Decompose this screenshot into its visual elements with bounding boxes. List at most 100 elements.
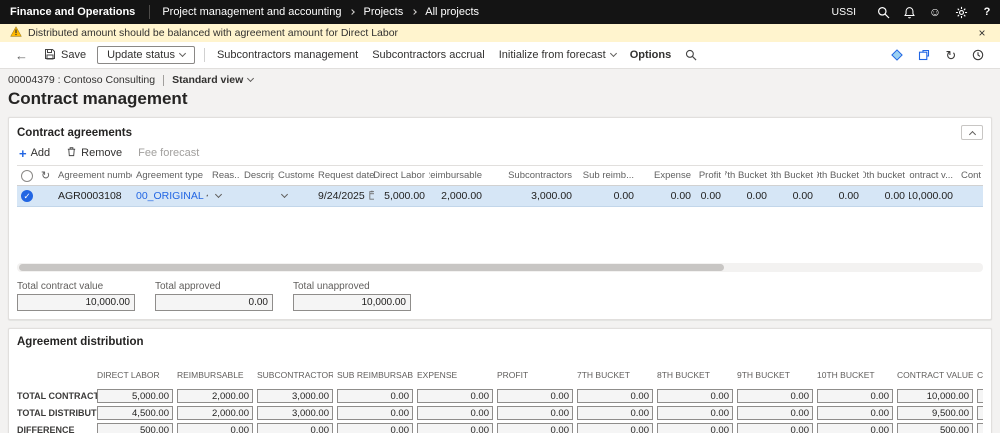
grid-cell[interactable]: 0.00 <box>695 186 725 206</box>
grid-column-header[interactable]: Reas... <box>208 166 240 185</box>
grid-cell[interactable]: 5,000.00 <box>374 186 429 206</box>
open-in-new-window-icon[interactable] <box>912 44 936 66</box>
agreement-distribution-header[interactable]: Agreement distribution <box>17 334 983 353</box>
warning-text: Distributed amount should be balanced wi… <box>28 27 398 39</box>
subcontractors-accrual-button[interactable]: Subcontractors accrual <box>365 46 492 64</box>
grid-cell[interactable]: 0.00 <box>725 186 771 206</box>
collapse-section-button[interactable] <box>961 125 983 140</box>
breadcrumb: Project management and accounting Project… <box>162 6 479 18</box>
grid-column-header[interactable]: Customer... <box>274 166 314 185</box>
grid-cell[interactable]: 0.00 <box>576 186 638 206</box>
update-status-button[interactable]: Update status <box>97 46 195 64</box>
grid-cell[interactable] <box>208 186 240 206</box>
grid-cell[interactable]: 0.00 <box>771 186 817 206</box>
distribution-row-label: DIFFERENCE <box>17 425 97 433</box>
scrollbar-thumb[interactable] <box>19 264 724 271</box>
total-field-label: Total approved <box>155 281 273 292</box>
grid-cell[interactable] <box>957 186 983 206</box>
section-title: Contract agreements <box>17 127 132 139</box>
grid-column-header[interactable]: Request date <box>314 166 374 185</box>
distribution-field-value <box>977 423 983 433</box>
distribution-column-header: SUBCONTRACTORS <box>257 370 333 380</box>
recent-icon[interactable] <box>966 44 990 66</box>
fee-forecast-button[interactable]: Fee forecast <box>138 147 199 159</box>
actionbar-search-icon[interactable] <box>678 46 704 64</box>
settings-icon[interactable] <box>948 0 974 24</box>
grid-cell[interactable] <box>37 186 54 206</box>
grid-column-header[interactable]: Sub reimb... <box>576 166 638 185</box>
distribution-column-header: PROFIT <box>497 370 573 380</box>
warning-icon <box>10 26 22 40</box>
grid-column-header[interactable]: Reimbursable <box>429 166 486 185</box>
distribution-field-value: 2,000.00 <box>177 389 253 403</box>
grid-cell[interactable]: AGR0003108 <box>54 186 132 206</box>
close-message-icon[interactable]: × <box>974 27 990 39</box>
grid-cell[interactable]: 0.00 <box>817 186 863 206</box>
select-all-circle-icon[interactable] <box>21 170 33 182</box>
record-header: 00004379 : Contoso Consulting Standard v… <box>8 74 992 86</box>
distribution-column-header: 9TH BUCKET <box>737 370 813 380</box>
grid-column-header[interactable]: Profit <box>695 166 725 185</box>
plus-icon: + <box>19 147 27 160</box>
search-icon[interactable] <box>870 0 896 24</box>
grid-cell[interactable]: 3,000.00 <box>486 186 576 206</box>
feedback-icon[interactable]: ☺ <box>922 0 948 24</box>
grid-column-header[interactable]: Cont <box>957 166 983 185</box>
save-icon <box>44 48 56 63</box>
distribution-field-value: 0.00 <box>577 423 653 433</box>
options-button[interactable]: Options <box>623 46 679 64</box>
subcontractors-management-button[interactable]: Subcontractors management <box>210 46 365 64</box>
grid-column-header[interactable]: Agreement type <box>132 166 208 185</box>
back-button[interactable]: ← <box>6 48 37 63</box>
horizontal-scrollbar[interactable] <box>17 263 983 272</box>
save-button[interactable]: Save <box>37 45 93 66</box>
view-selector[interactable]: Standard view <box>172 74 253 86</box>
grid-cell[interactable]: 0.00 <box>863 186 909 206</box>
breadcrumb-item[interactable]: Project management and accounting <box>162 6 341 18</box>
grid-column-header[interactable]: Description <box>240 166 274 185</box>
grid-cell[interactable]: ✓ <box>17 186 37 206</box>
grid-cell[interactable]: 9/24/2025 <box>314 186 374 206</box>
grid-cell[interactable]: 10,000.00 <box>909 186 957 206</box>
agreement-type-link[interactable]: 00_ORIGINAL <box>136 190 204 202</box>
environment-label[interactable]: USSI <box>817 6 870 18</box>
grid-column-header[interactable]: Agreement number↑ <box>54 166 132 185</box>
distribution-field-value <box>977 389 983 403</box>
grid-column-header[interactable]: 7th Bucket <box>725 166 771 185</box>
distribution-field-value: 0.00 <box>817 389 893 403</box>
refresh-icon[interactable]: ↻ <box>939 44 963 66</box>
grid-cell[interactable]: 2,000.00 <box>429 186 486 206</box>
grid-column-header[interactable]: 9th Bucket <box>817 166 863 185</box>
chevron-down-icon[interactable] <box>281 191 288 198</box>
distribution-column-header: 10TH BUCKET <box>817 370 893 380</box>
contract-agreements-header[interactable]: Contract agreements <box>17 123 983 145</box>
grid-column-header[interactable]: Expense <box>638 166 695 185</box>
grid-cell[interactable]: 0.00 <box>638 186 695 206</box>
row-selected-check-icon[interactable]: ✓ <box>21 190 33 202</box>
notifications-icon[interactable] <box>896 0 922 24</box>
grid-cell[interactable]: 00_ORIGINAL <box>132 186 208 206</box>
grid-column-header[interactable]: ↻ <box>37 166 54 185</box>
grid-column-header[interactable]: Contract v... <box>909 166 957 185</box>
table-row[interactable]: ✓ AGR0003108 00_ORIGINAL 9/24/20255,000.002… <box>17 186 983 207</box>
distribution-column-header: CONTRACT VALUE <box>897 370 973 380</box>
grid-cell[interactable] <box>274 186 314 206</box>
breadcrumb-item[interactable]: Projects <box>363 6 403 18</box>
breadcrumb-item[interactable]: All projects <box>425 6 479 18</box>
grid-column-header[interactable]: 10th bucket <box>863 166 909 185</box>
page-content: 00004379 : Contoso Consulting Standard v… <box>0 69 1000 433</box>
distribution-field-value: 3,000.00 <box>257 389 333 403</box>
grid-column-header[interactable] <box>17 166 37 185</box>
grid-column-header[interactable]: 8th Bucket <box>771 166 817 185</box>
initialize-from-forecast-button[interactable]: Initialize from forecast <box>492 46 623 64</box>
grid-column-header[interactable]: Direct Labor <box>374 166 429 185</box>
grid-cell[interactable] <box>240 186 274 206</box>
add-button[interactable]: + Add <box>19 147 50 160</box>
distribution-row: DIFFERENCE500.000.000.000.000.000.000.00… <box>17 423 983 433</box>
help-icon[interactable]: ? <box>974 0 1000 24</box>
distribution-field-value: 0.00 <box>817 423 893 433</box>
chevron-down-icon[interactable] <box>215 191 222 198</box>
copilot-icon[interactable] <box>885 44 909 66</box>
grid-column-header[interactable]: Subcontractors <box>486 166 576 185</box>
remove-button[interactable]: Remove <box>66 146 122 160</box>
